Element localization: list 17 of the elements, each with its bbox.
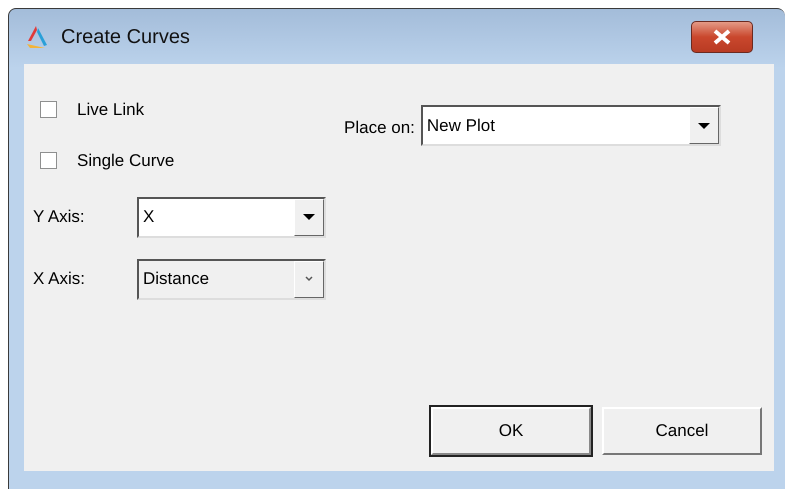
caret-icon xyxy=(302,213,316,221)
field-label: X Axis: xyxy=(33,268,86,290)
field-label: Place on: xyxy=(344,117,415,139)
window-title: Create Curves xyxy=(61,24,190,50)
dialog-button[interactable]: OK xyxy=(431,407,591,455)
dialog-button[interactable]: Cancel xyxy=(602,407,762,455)
field-label: Y Axis: xyxy=(33,206,86,228)
close-button[interactable] xyxy=(691,20,753,52)
dropdown[interactable]: New Plot xyxy=(420,105,721,146)
caret-icon xyxy=(304,275,314,283)
checkbox[interactable] xyxy=(40,152,57,169)
checkbox-label: Single Curve xyxy=(77,150,174,172)
caret-icon xyxy=(696,122,711,130)
close-icon xyxy=(711,28,733,44)
dropdown[interactable]: X xyxy=(137,196,326,238)
checkbox[interactable] xyxy=(40,101,57,118)
checkbox-label: Live Link xyxy=(77,98,144,121)
